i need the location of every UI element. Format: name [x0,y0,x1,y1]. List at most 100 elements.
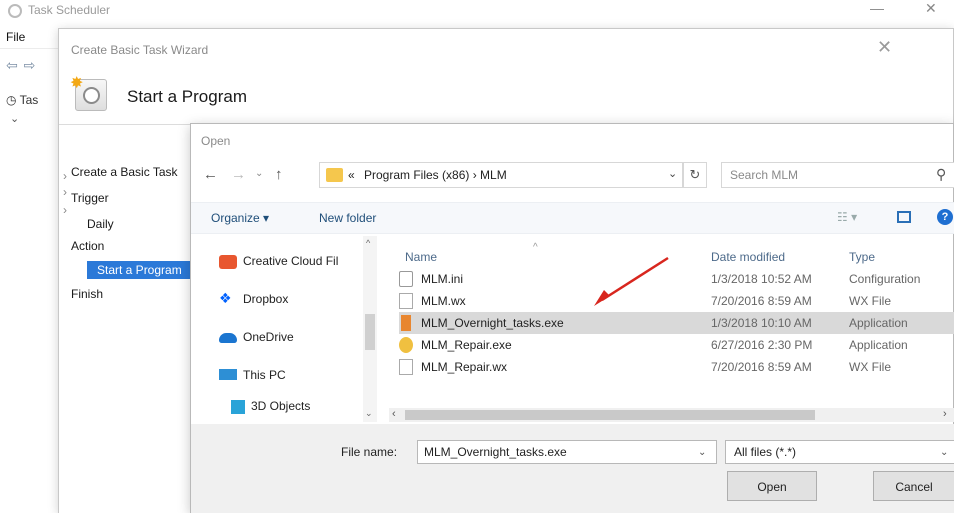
preview-pane-icon[interactable] [897,211,911,223]
3d-objects-icon [231,400,245,414]
nav-pane-scrollbar[interactable]: ^ ⌄ [363,236,377,422]
file-name: MLM_Overnight_tasks.exe [421,316,564,330]
file-name: MLM_Repair.exe [421,338,512,352]
cancel-button[interactable]: Cancel [873,471,954,501]
creative-cloud-icon [219,255,237,269]
new-folder-button[interactable]: New folder [319,211,376,225]
open-button[interactable]: Open [727,471,817,501]
nav-item-label: This PC [243,368,286,382]
nav-item-label: Creative Cloud Fil [243,254,339,268]
minimize-icon[interactable]: — [870,0,884,16]
file-name: MLM.ini [421,272,464,286]
dropbox-icon: ❖ [219,290,232,306]
exe-icon [401,315,411,331]
repair-exe-icon [399,337,413,353]
column-header-type[interactable]: Type [849,250,875,264]
file-name-input[interactable]: MLM_Overnight_tasks.exe ⌄ [417,440,717,464]
nav-item-label: 3D Objects [251,399,311,413]
column-header-name[interactable]: Name [405,250,437,264]
search-placeholder: Search MLM [730,168,799,182]
file-type: Configuration [849,272,921,286]
file-icon [399,359,413,375]
tree-item-label: Tas [19,93,39,107]
dialog-toolbar: Organize ▾ New folder ☷ ▾ ? [191,202,954,234]
sort-indicator-icon: ^ [533,242,538,253]
step-finish[interactable]: Finish [71,287,103,301]
task-scheduler-app-icon [8,4,22,18]
address-prefix: « [348,168,355,182]
file-icon [399,293,413,309]
organize-button[interactable]: Organize ▾ [211,211,269,225]
scroll-down-icon[interactable]: ⌄ [365,408,373,419]
column-header-date[interactable]: Date modified [711,250,785,264]
recent-locations-chevron-icon[interactable]: ⌄ [255,168,263,179]
scrollbar-thumb[interactable] [405,410,815,420]
scroll-right-icon[interactable]: › [943,408,947,420]
scroll-left-icon[interactable]: ‹ [392,408,396,420]
wizard-clock-icon: ✸ [70,75,107,111]
nav-item-label: Dropbox [243,292,289,306]
file-type-dropdown-icon[interactable]: ⌄ [940,447,948,458]
up-arrow-icon[interactable]: ↑ [275,166,283,183]
file-type: Application [849,338,908,352]
menu-file[interactable]: File [6,30,25,44]
file-type-value: All files (*.*) [734,445,797,459]
file-list-horizontal-scrollbar[interactable]: ‹ › [389,408,954,422]
file-name-label: File name: [341,445,398,459]
file-type: Application [849,316,908,330]
window-close-icon[interactable]: ✕ [925,0,937,17]
back-forward-icons[interactable]: ⇦ ⇨ [6,57,36,74]
file-type: WX File [849,294,891,308]
file-type: WX File [849,360,891,374]
view-options-icon[interactable]: ☷ ▾ [837,210,857,224]
file-date: 7/20/2016 8:59 AM [711,360,812,374]
file-date: 1/3/2018 10:52 AM [711,272,812,286]
step-chevron-icon: › [63,169,67,183]
scroll-up-icon[interactable]: ^ [366,238,370,248]
open-dialog-title: Open [201,134,231,148]
refresh-icon[interactable]: ↻ [683,162,707,188]
open-file-dialog: Open ← → ⌄ ↑ « Program Files (x86) › MLM… [190,123,954,513]
help-icon[interactable]: ? [937,209,953,225]
scrollbar-thumb[interactable] [365,314,375,350]
wizard-steps: › › › Create a Basic Task Trigger Daily … [59,125,191,513]
task-scheduler-title: Task Scheduler [28,3,111,17]
forward-arrow-icon[interactable]: → [231,166,246,183]
dialog-footer [191,424,954,513]
file-name: MLM.wx [421,294,466,308]
address-bar[interactable]: « Program Files (x86) › MLM ⌄ [319,162,683,188]
search-box[interactable]: Search MLM ⚲ [721,162,954,188]
file-type-select[interactable]: All files (*.*) ⌄ [725,440,954,464]
step-start-a-program[interactable]: Start a Program [87,261,191,279]
file-name-dropdown-icon[interactable]: ⌄ [698,447,706,458]
file-date: 6/27/2016 2:30 PM [711,338,813,352]
file-name: MLM_Repair.wx [421,360,508,374]
navigation-pane: Creative Cloud Fil ❖ Dropbox OneDrive Th… [191,236,387,422]
step-start-a-program-label: Start a Program [97,263,182,277]
file-row[interactable]: MLM_Repair.wx 7/20/2016 8:59 AM WX File [399,356,954,378]
task-scheduler-titlebar [0,0,954,22]
file-date: 7/20/2016 8:59 AM [711,294,812,308]
this-pc-icon [219,369,237,380]
file-row-selected[interactable]: MLM_Overnight_tasks.exe 1/3/2018 10:10 A… [399,312,954,334]
folder-icon [326,168,343,182]
file-row[interactable]: MLM_Repair.exe 6/27/2016 2:30 PM Applica… [399,334,954,356]
annotation-arrow [594,256,669,306]
wizard-heading: Start a Program [127,87,247,106]
wizard-title: Create Basic Task Wizard [71,43,209,57]
onedrive-icon [219,333,237,343]
search-icon[interactable]: ⚲ [936,166,946,183]
address-dropdown-icon[interactable]: ⌄ [668,167,677,180]
step-daily[interactable]: Daily [87,217,114,231]
step-create-basic-task[interactable]: Create a Basic Task [71,165,178,179]
step-chevron-icon: › [63,203,67,217]
tree-chevron-icon[interactable]: ⌄ [10,112,19,125]
file-date: 1/3/2018 10:10 AM [711,316,812,330]
step-chevron-icon: › [63,185,67,199]
back-arrow-icon[interactable]: ← [203,166,218,183]
wizard-close-icon[interactable]: ✕ [877,37,892,58]
tree-item-task-scheduler[interactable]: ◷ Tas [6,93,38,107]
step-action[interactable]: Action [71,239,104,253]
step-trigger[interactable]: Trigger [71,191,109,205]
ini-file-icon [399,271,413,287]
